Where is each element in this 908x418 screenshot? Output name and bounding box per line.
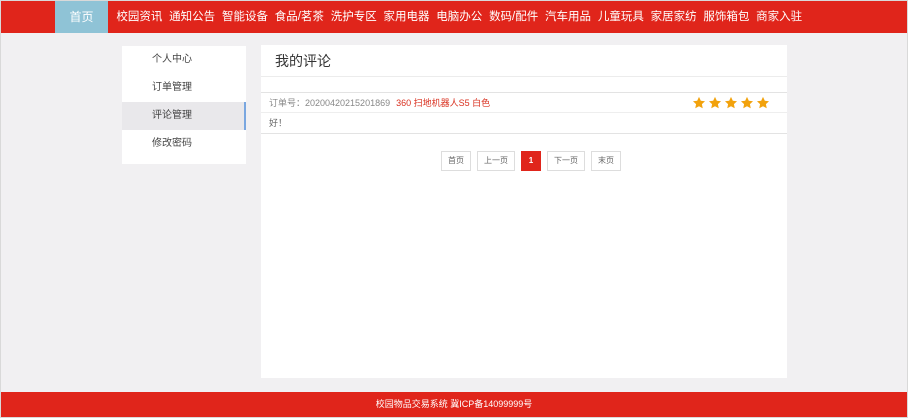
pagination: 首页 上一页 1 下一页 末页 — [441, 151, 621, 171]
nav-item-digital[interactable]: 数码/配件 — [486, 1, 542, 33]
nav-item-smart-devices[interactable]: 智能设备 — [219, 1, 272, 33]
nav-item-campus-news[interactable]: 校园资讯 — [113, 1, 166, 33]
nav-item-notices[interactable]: 通知公告 — [166, 1, 219, 33]
sidebar-item-comments[interactable]: 评论管理 — [122, 102, 246, 130]
star-icon — [724, 96, 738, 109]
comment-header: 订单号：20200420215201869 360 扫地机器人S5 白色 — [261, 93, 787, 113]
nav-item-toys[interactable]: 儿童玩具 — [594, 1, 647, 33]
nav-item-computers[interactable]: 电脑办公 — [433, 1, 486, 33]
sidebar-item-profile[interactable]: 个人中心 — [122, 46, 246, 74]
next-page-button[interactable]: 下一页 — [547, 151, 585, 171]
nav-item-appliances[interactable]: 家用电器 — [380, 1, 433, 33]
star-icon — [756, 96, 770, 109]
comment-item: 订单号：20200420215201869 360 扫地机器人S5 白色 好！ — [261, 92, 787, 134]
star-icon — [708, 96, 722, 109]
prev-page-button[interactable]: 上一页 — [477, 151, 515, 171]
page-title: 我的评论 — [261, 45, 787, 77]
star-icon — [740, 96, 754, 109]
rating-stars — [692, 96, 770, 110]
nav-item-care[interactable]: 洗护专区 — [327, 1, 380, 33]
star-icon — [692, 96, 706, 109]
sidebar-item-change-password[interactable]: 修改密码 — [122, 130, 246, 158]
nav-items: 校园资讯 通知公告 智能设备 食品/茗茶 洗护专区 家用电器 电脑办公 数码/配… — [113, 1, 806, 33]
sidebar-item-orders[interactable]: 订单管理 — [122, 74, 246, 102]
nav-item-food-tea[interactable]: 食品/茗茶 — [271, 1, 327, 33]
nav-item-merchant-join[interactable]: 商家入驻 — [753, 1, 806, 33]
footer: 校园物品交易系统 冀ICP备14099999号 — [1, 392, 907, 417]
last-page-button[interactable]: 末页 — [591, 151, 621, 171]
nav-item-auto[interactable]: 汽车用品 — [542, 1, 595, 33]
nav-item-apparel[interactable]: 服饰箱包 — [700, 1, 753, 33]
current-page-button[interactable]: 1 — [521, 151, 541, 171]
product-link[interactable]: 360 扫地机器人S5 白色 — [396, 96, 490, 109]
top-nav: 首页 校园资讯 通知公告 智能设备 食品/茗茶 洗护专区 家用电器 电脑办公 数… — [1, 1, 907, 33]
sidebar: 个人中心 订单管理 评论管理 修改密码 — [122, 46, 246, 164]
nav-item-home-textile[interactable]: 家居家纺 — [647, 1, 700, 33]
order-number: 订单号：20200420215201869 — [269, 98, 391, 108]
first-page-button[interactable]: 首页 — [441, 151, 471, 171]
comment-text: 好！ — [269, 118, 288, 128]
main-panel: 我的评论 订单号：20200420215201869 360 扫地机器人S5 白… — [261, 45, 787, 378]
nav-home[interactable]: 首页 — [55, 1, 108, 33]
